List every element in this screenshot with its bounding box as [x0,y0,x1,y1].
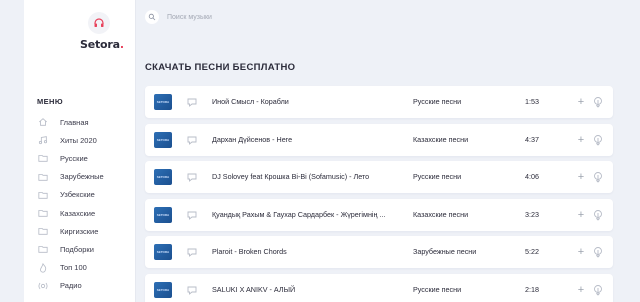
sidebar-item-label: Казахские [60,208,96,218]
folder-icon [36,152,50,164]
add-icon[interactable]: + [575,170,587,184]
track-title[interactable]: DJ Solovey feat Крошка Bi-Bi (Sofamusic)… [212,161,402,193]
track-genre[interactable]: Зарубежные песни [413,236,476,268]
sidebar-item-radio[interactable]: Радио [36,277,136,295]
track-title[interactable]: SALUKI X ANIKV - АЛЫЙ [212,274,402,302]
track-row[interactable]: SETORA Иной Смысл - Корабли Русские песн… [145,86,613,118]
sidebar-item-collections[interactable]: Подборки [36,240,136,258]
add-icon[interactable]: + [575,133,587,147]
track-duration: 5:22 [525,247,539,256]
track-title[interactable]: Plaroit - Broken Chords [212,236,402,268]
sidebar-item-russian[interactable]: Русские [36,149,136,167]
track-genre[interactable]: Казахские песни [413,124,468,156]
track-row[interactable]: SETORA Қуандық Рахым & Гаухар Сардарбек … [145,198,613,231]
sidebar-item-label: Хиты 2020 [60,135,97,145]
music-note-icon [36,134,50,146]
comment-icon[interactable] [186,171,198,183]
folder-icon [36,225,50,237]
sidebar-item-kyrgyz[interactable]: Киргизские [36,222,136,240]
logo-text[interactable]: Setora. [80,38,124,51]
album-cover: SETORA [154,281,172,298]
sidebar-item-top-100[interactable]: Топ 100 [36,259,136,277]
sidebar-item-label: Главная [60,117,89,127]
track-title[interactable]: Иной Смысл - Корабли [212,86,402,118]
add-icon[interactable]: + [575,283,587,297]
track-row[interactable]: SETORA Plaroit - Broken Chords Зарубежны… [145,236,613,268]
track-genre[interactable]: Русские песни [413,274,461,302]
folder-icon [36,189,50,201]
logo-dot: . [119,38,124,51]
logo-name: Setora [80,38,120,51]
radio-icon [36,280,50,292]
track-genre[interactable]: Русские песни [413,161,461,193]
album-cover: SETORA [154,94,172,110]
sidebar-item-label: Киргизские [60,226,99,236]
track-duration: 4:06 [525,172,539,181]
sidebar-item-hits-2020[interactable]: Хиты 2020 [36,131,136,149]
sidebar-item-label: Русские [60,153,88,163]
track-row[interactable]: SETORA DJ Solovey feat Крошка Bi-Bi (Sof… [145,161,613,193]
folder-icon [36,171,50,183]
sidebar-item-foreign[interactable]: Зарубежные [36,168,136,186]
add-icon[interactable]: + [575,95,587,109]
add-icon[interactable]: + [575,245,587,259]
home-icon [36,116,50,128]
album-cover: SETORA [154,206,172,223]
download-icon[interactable] [592,171,604,183]
album-cover: SETORA [154,131,172,148]
folder-icon [36,243,50,255]
sidebar-item-label: Радио [60,281,82,291]
search-icon[interactable] [145,10,159,24]
search-input[interactable] [167,13,367,21]
sidebar-item-kazakh[interactable]: Казахские [36,204,136,222]
comment-icon[interactable] [186,96,198,108]
download-icon[interactable] [592,96,604,108]
track-list: SETORA Иной Смысл - Корабли Русские песн… [145,86,613,302]
menu-title: МЕНЮ [37,97,64,106]
sidebar-item-uzbek[interactable]: Узбекские [36,186,136,204]
comment-icon[interactable] [186,134,198,146]
add-icon[interactable]: + [575,208,587,222]
track-genre[interactable]: Русские песни [413,86,461,118]
album-cover: SETORA [154,169,172,185]
track-duration: 3:23 [525,209,539,219]
track-title[interactable]: Дархан Дүйсенов - Неге [212,124,402,156]
sidebar-item-label: Подборки [60,244,94,254]
download-icon[interactable] [592,134,604,146]
sidebar-item-label: Зарубежные [60,172,104,182]
flame-icon [36,262,50,274]
album-cover: SETORA [154,244,172,260]
track-title[interactable]: Қуандық Рахым & Гаухар Сардарбек - Жүрег… [212,199,402,231]
download-icon[interactable] [592,209,604,221]
sidebar-menu: Главная Хиты 2020 Русские Зарубежные Узб… [36,113,136,295]
track-duration: 2:18 [525,284,539,294]
track-genre[interactable]: Казахские песни [413,199,468,231]
sidebar-item-home[interactable]: Главная [36,113,136,131]
comment-icon[interactable] [186,209,198,221]
page-title: СКАЧАТЬ ПЕСНИ БЕСПЛАТНО [145,62,296,73]
track-row[interactable]: SETORA Дархан Дүйсенов - Неге Казахские … [145,123,613,156]
sidebar-item-label: Топ 100 [60,263,87,273]
track-row[interactable]: SETORA SALUKI X ANIKV - АЛЫЙ Русские пес… [145,273,613,302]
sidebar-item-label: Узбекские [60,190,95,200]
comment-icon[interactable] [186,284,198,296]
search-bar [145,8,395,26]
headphones-logo-icon[interactable] [88,12,110,34]
track-duration: 4:37 [525,134,539,144]
comment-icon[interactable] [186,246,198,258]
folder-icon [36,207,50,219]
download-icon[interactable] [592,246,604,258]
track-duration: 1:53 [525,97,539,106]
download-icon[interactable] [592,284,604,296]
